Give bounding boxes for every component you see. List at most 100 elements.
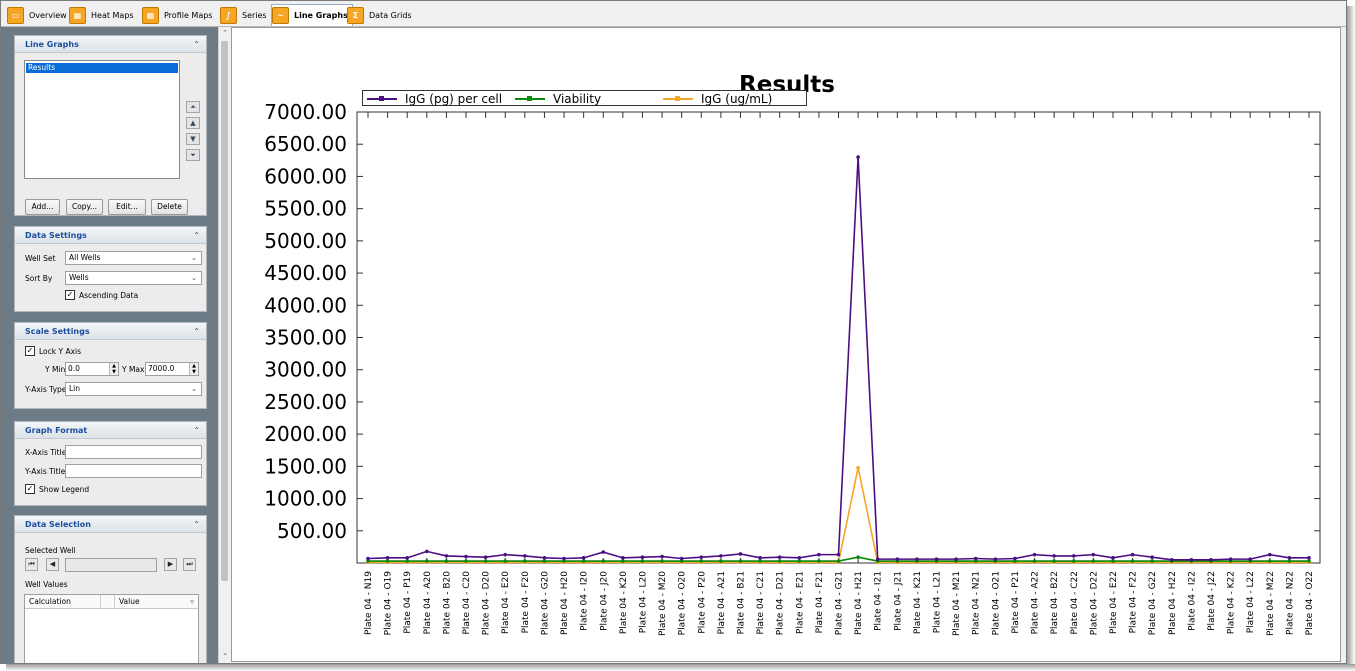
calculation-column-header[interactable]: Calculation	[25, 595, 101, 608]
line-graphs-section: Line Graphs ⌃ Results ⏶ ▲ ▼ ⏷ Add... Cop…	[14, 35, 207, 216]
delete-button[interactable]: Delete	[151, 199, 188, 215]
add-button[interactable]: Add...	[25, 199, 60, 215]
data-point	[542, 556, 547, 560]
value-column-header[interactable]: Value ▿	[115, 595, 198, 608]
tab-line-graphs[interactable]: ~ Line Graphs	[271, 4, 353, 26]
scroll-up-icon[interactable]: ⌃	[220, 29, 230, 39]
edit-button[interactable]: Edit...	[108, 199, 146, 215]
scale-settings-section-header[interactable]: Scale Settings ⌃	[15, 323, 206, 340]
y-max-stepper[interactable]: 7000.0 ▲ ▼	[145, 362, 199, 376]
x-tick-label: Plate 04 - F22	[1129, 571, 1139, 633]
x-tick-label: Plate 04 - L21	[933, 571, 943, 633]
data-point	[934, 557, 939, 561]
x-tick-label: Plate 04 - O22	[1305, 571, 1315, 635]
collapse-icon[interactable]: ⌃	[193, 426, 200, 435]
show-legend-checkbox[interactable]: ✓ Show Legend	[25, 484, 89, 494]
data-point	[483, 559, 488, 563]
well-set-select[interactable]: All Wells ⌄	[65, 251, 202, 265]
move-top-icon[interactable]: ⏶	[186, 101, 200, 113]
x-tick-label: Plate 04 - A22	[1031, 571, 1041, 634]
y-axis-type-select[interactable]: Lin ⌄	[65, 382, 202, 396]
well-values-grid[interactable]: Calculation Value ▿	[24, 594, 199, 663]
x-tick-label: Plate 04 - O21	[991, 571, 1001, 635]
first-well-icon[interactable]: ⏮	[25, 558, 38, 571]
checkbox-check-icon: ✓	[65, 290, 75, 300]
tab-profile-maps[interactable]: ▦ Profile Maps	[142, 4, 212, 26]
collapse-icon[interactable]: ⌃	[193, 520, 200, 529]
data-selection-section-header[interactable]: Data Selection ⌃	[15, 516, 206, 533]
y-tick-label: 500.00	[277, 519, 347, 543]
legend-swatch	[367, 96, 397, 101]
sort-by-select[interactable]: Wells ⌄	[65, 271, 202, 285]
line-graph-list[interactable]: Results	[24, 60, 180, 179]
move-up-icon[interactable]: ▲	[186, 117, 200, 129]
data-point	[1150, 555, 1154, 560]
graph-format-section-header[interactable]: Graph Format ⌃	[15, 422, 206, 439]
x-tick-label: Plate 04 - E20	[501, 571, 511, 634]
section-title: Data Settings	[25, 230, 87, 240]
collapse-icon[interactable]: ⌃	[193, 231, 200, 240]
x-tick-label: Plate 04 - I21	[874, 571, 884, 631]
data-settings-section-header[interactable]: Data Settings ⌃	[15, 227, 206, 244]
scrollbar-thumb[interactable]	[221, 41, 228, 581]
x-tick-label: Plate 04 - D22	[1089, 571, 1099, 635]
line-graph-panel: Results 500.00 1000.00 1500.00 2000.00 2500.…	[231, 27, 1341, 662]
tab-overview[interactable]: ▭ Overview	[7, 4, 67, 26]
legend-swatch	[663, 96, 693, 101]
well-values-label: Well Values	[25, 580, 68, 589]
tab-heat-maps[interactable]: ▦ Heat Maps	[69, 4, 134, 26]
lock-y-axis-checkbox[interactable]: ✓ Lock Y Axis	[25, 346, 81, 356]
data-point	[915, 557, 919, 561]
data-point	[621, 559, 625, 563]
heat-map-icon: ▦	[69, 6, 86, 24]
data-point	[777, 559, 782, 563]
x-tick-label: Plate 04 - M22	[1266, 571, 1276, 636]
data-point	[503, 552, 508, 557]
ascending-data-checkbox[interactable]: ✓ Ascending Data	[65, 290, 138, 300]
collapse-icon[interactable]: ⌃	[193, 327, 200, 336]
move-bottom-icon[interactable]: ⏷	[186, 149, 200, 161]
y-axis-title-label: Y-Axis Title	[25, 467, 66, 476]
x-tick-label: Plate 04 - C20	[462, 571, 472, 635]
x-tick-label: Plate 04 - O20	[678, 571, 688, 636]
data-point	[738, 552, 743, 556]
tab-series[interactable]: ∫ Series	[220, 4, 267, 26]
tab-label: Overview	[29, 10, 67, 20]
data-point	[856, 155, 860, 159]
data-point	[1228, 557, 1233, 561]
collapse-icon[interactable]: ⌃	[193, 40, 200, 49]
stepper-arrows-icon[interactable]: ▲ ▼	[189, 363, 198, 375]
x-axis-title-input[interactable]	[65, 445, 202, 459]
data-point	[1130, 559, 1135, 563]
y-min-stepper[interactable]: 0.0 ▲ ▼	[65, 362, 119, 376]
move-down-icon[interactable]: ▼	[186, 133, 200, 145]
x-tick-label: Plate 04 - F20	[521, 571, 531, 634]
graph-format-section: Graph Format ⌃ X-Axis Title Y-Axis Title…	[14, 421, 207, 506]
copy-button[interactable]: Copy...	[66, 199, 103, 215]
data-point	[797, 559, 802, 563]
list-item[interactable]: Results	[26, 63, 178, 73]
panel-scrollbar[interactable]: ⌃ ⌄	[218, 27, 230, 663]
y-max-value: 7000.0	[148, 364, 175, 373]
y-max-label: Y Max	[122, 365, 145, 374]
scroll-down-icon[interactable]: ⌄	[220, 649, 230, 659]
tab-data-grids[interactable]: Σ Data Grids	[347, 4, 412, 26]
y-tick-label: 6000.00	[264, 164, 347, 188]
y-tick-label: 7000.00	[264, 100, 347, 124]
next-well-icon[interactable]: ▶	[164, 558, 177, 571]
data-point	[973, 556, 978, 561]
y-axis-title-input[interactable]	[65, 464, 202, 478]
previous-well-icon[interactable]: ◀	[46, 558, 59, 571]
x-tick-label: Plate 04 - B22	[1050, 571, 1060, 634]
chart-legend: IgG (pg) per cell Viability IgG (ug/mL)	[362, 90, 807, 106]
x-tick-label: Plate 04 - G20	[540, 571, 550, 635]
x-tick-label: Plate 04 - J22	[1207, 571, 1217, 631]
data-point	[1169, 557, 1174, 562]
data-point	[464, 559, 468, 563]
x-tick-label: Plate 04 - I22	[1187, 571, 1197, 631]
line-graphs-section-header[interactable]: Line Graphs ⌃	[15, 36, 206, 53]
stepper-arrows-icon[interactable]: ▲ ▼	[109, 363, 118, 375]
line-chart: 500.00 1000.00 1500.00 2000.00 2500.00 3000.0…	[264, 100, 1321, 636]
filter-icon[interactable]: ▿	[190, 595, 194, 608]
last-well-icon[interactable]: ⏭	[183, 558, 196, 571]
